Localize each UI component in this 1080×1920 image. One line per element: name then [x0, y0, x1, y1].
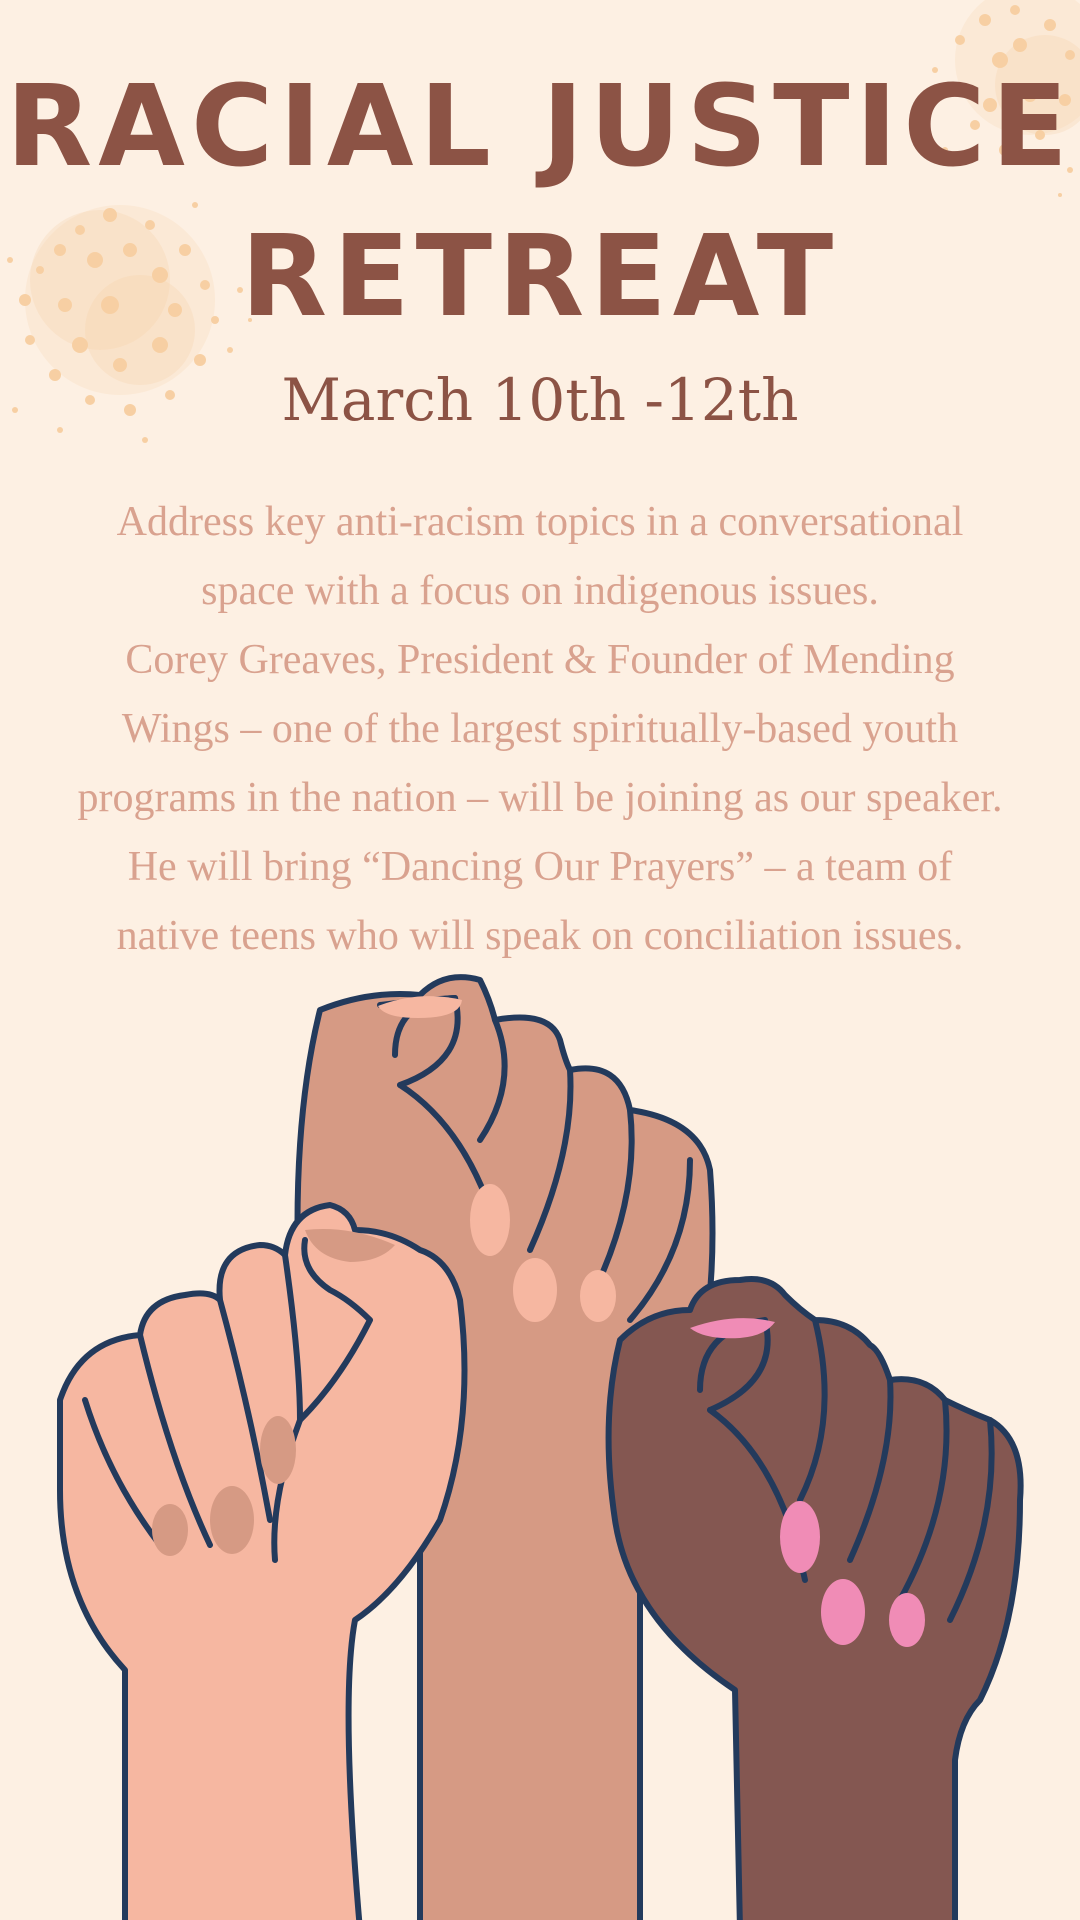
description-line: Wings – one of the largest spiritually-b… [121, 706, 959, 752]
fist-light [57, 1202, 468, 1920]
event-dates: March 10th -12th [281, 366, 799, 434]
title-line-2: RETREAT [240, 212, 840, 342]
raised-fists-illustration [57, 974, 1024, 1920]
title-line-1: RACIAL JUSTICE [6, 62, 1074, 192]
description-line: programs in the nation – will be joining… [77, 775, 1003, 821]
poster: RACIAL JUSTICE RETREAT March 10th -12th … [0, 0, 1080, 1920]
event-description: Address key anti-racism topics in a conv… [20, 488, 1060, 971]
fist-dark [605, 1276, 1024, 1920]
description-line: Corey Greaves, President & Founder of Me… [125, 637, 955, 683]
description-line: space with a focus on indigenous issues. [201, 568, 879, 614]
description-line: Address key anti-racism topics in a conv… [116, 499, 964, 545]
description-line: He will bring “Dancing Our Prayers” – a … [127, 844, 953, 890]
